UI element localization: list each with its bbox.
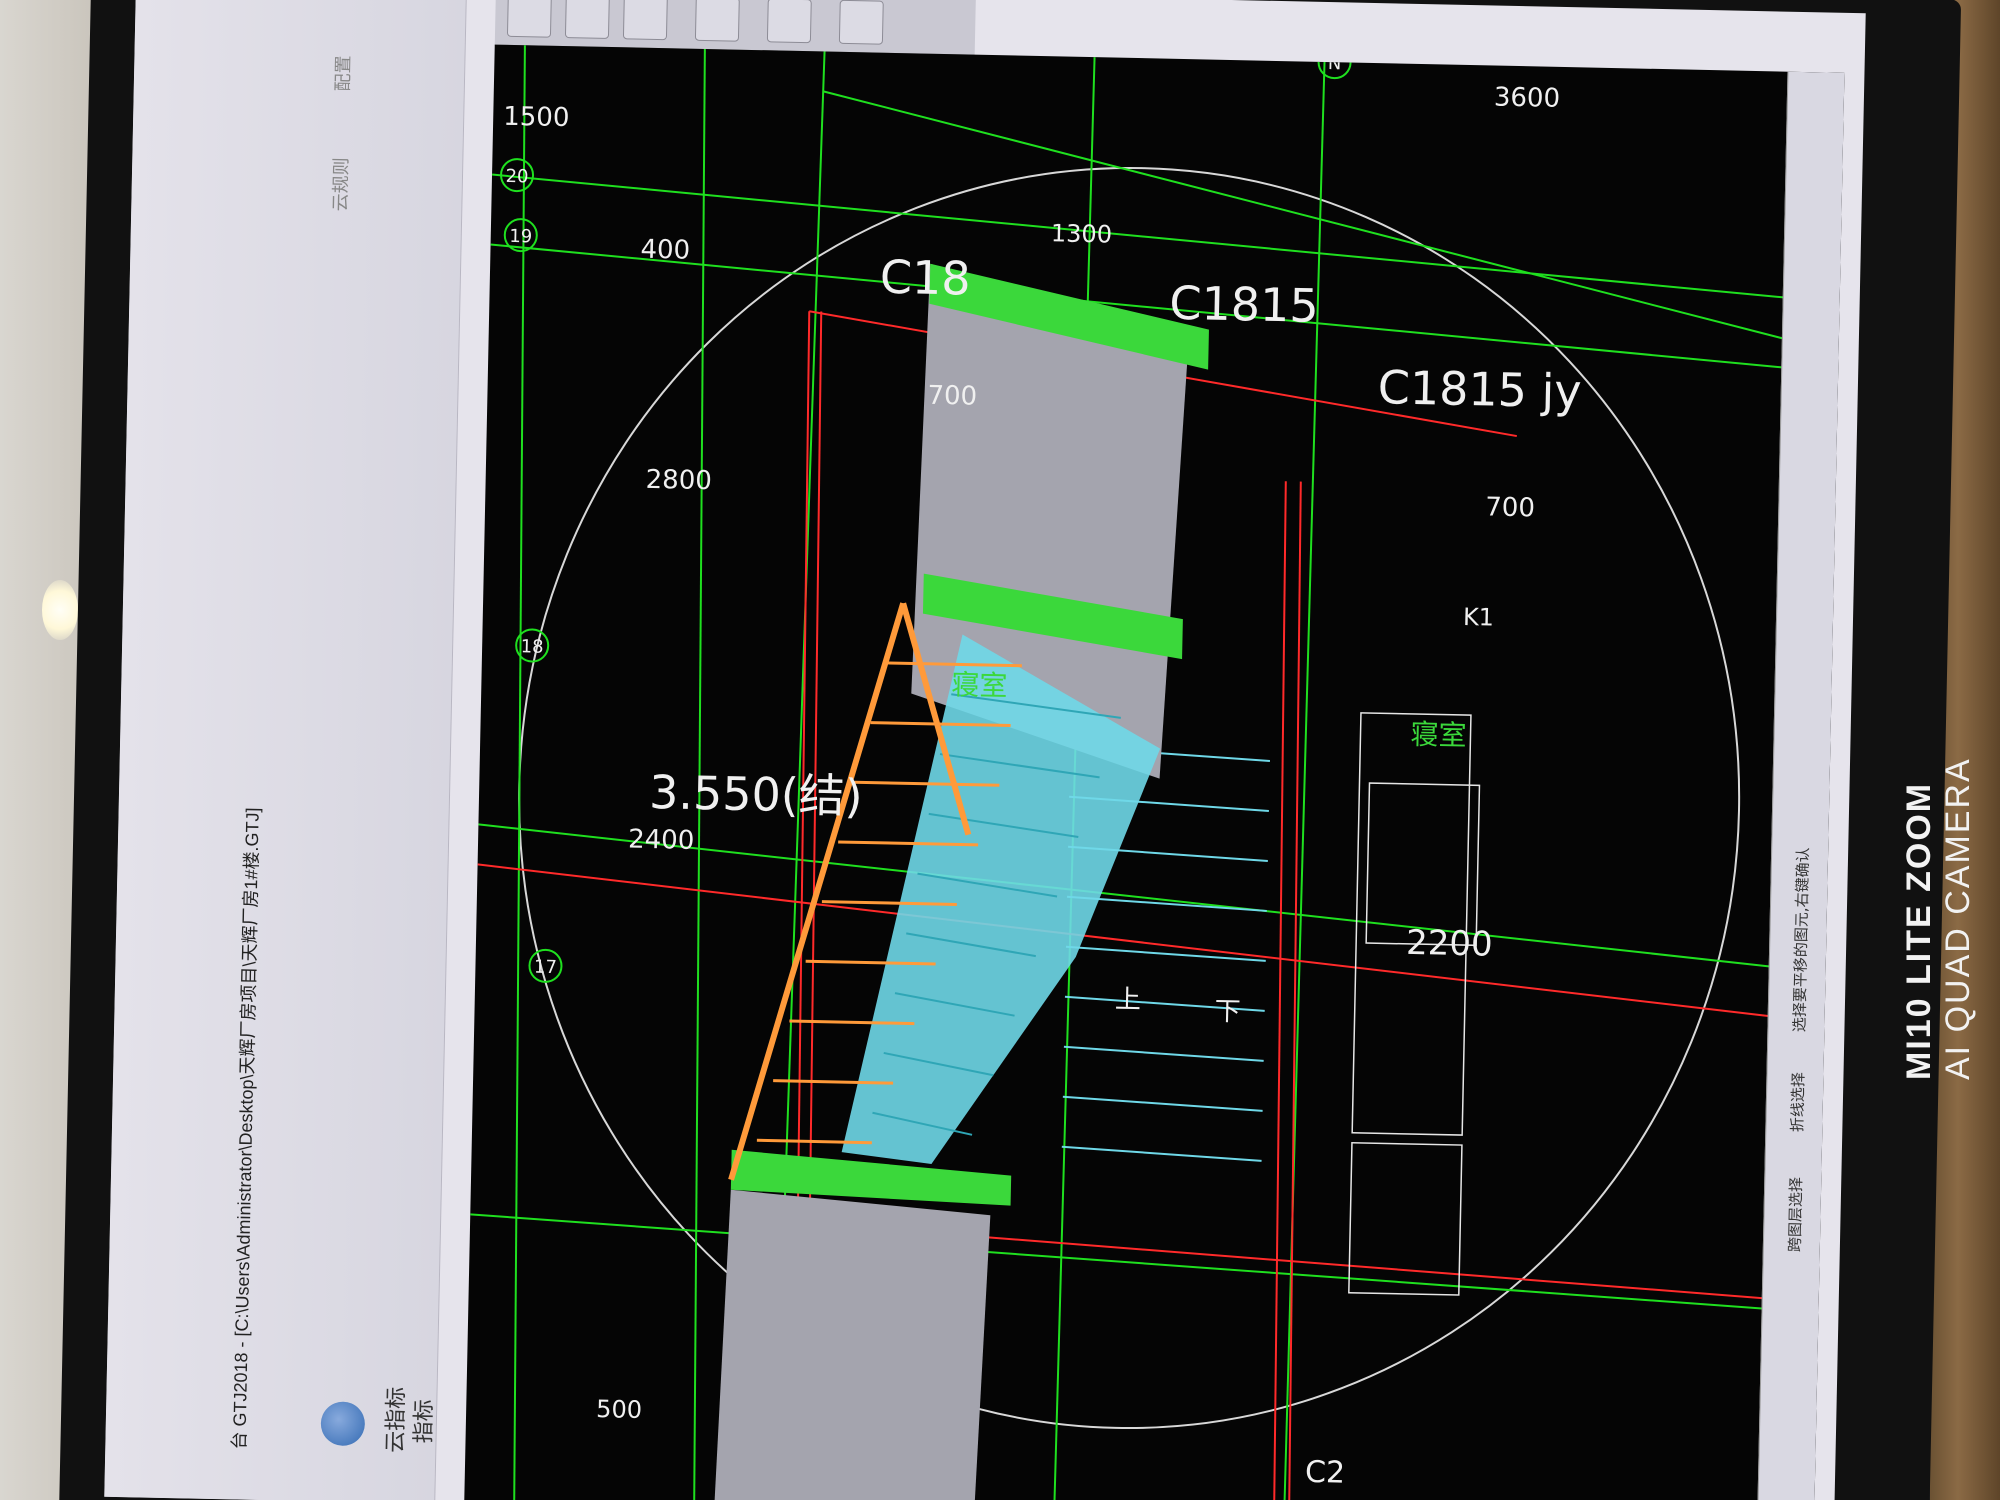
index-label[interactable]: 指标: [405, 1399, 438, 1444]
axis-label-20: 20: [505, 166, 528, 187]
watermark-line-1: MI10 LITE ZOOM: [1900, 781, 1938, 1080]
view-cube-icon[interactable]: [694, 0, 740, 42]
room-label-2: 寝室: [1410, 718, 1467, 752]
dim-400: 400: [640, 235, 690, 266]
photo-scene: 台 GTJ2018 - [C:\Users\Administrator\Desk…: [0, 0, 2000, 1500]
window-tag-c18: C18: [879, 250, 971, 306]
wall-outlines: [1348, 712, 1481, 1296]
window-tag-c1815: C1815: [1169, 276, 1319, 333]
axis-label-n: N: [1328, 53, 1342, 74]
dim-1300: 1300: [1051, 219, 1113, 248]
axis-label-q: Q: [1091, 45, 1106, 50]
status-cross-layer[interactable]: 跨图层选择: [1784, 1177, 1807, 1252]
axis-label-17: 17: [534, 957, 557, 978]
dim-2800: 2800: [645, 465, 712, 496]
panel-top-label[interactable]: 云规则: [326, 157, 353, 212]
dim-2200: 2200: [1406, 923, 1493, 965]
stair-down-label: 下: [1214, 997, 1241, 1028]
window-title: 台 GTJ2018 - [C:\Users\Administrator\Desk…: [229, 807, 263, 1450]
watermark-line-2: AI QUAD CAMERA: [1939, 757, 1977, 1080]
status-hint: 选择要平移的图元,右键确认: [1790, 847, 1813, 1033]
dim-3600: 3600: [1494, 83, 1561, 114]
axis-label-18: 18: [520, 636, 543, 657]
display-settings-icon[interactable]: [838, 0, 884, 45]
wall-block-lower: [714, 1189, 991, 1500]
left-panel: 台 GTJ2018 - [C:\Users\Administrator\Desk…: [104, 0, 468, 1500]
monitor-screen: 台 GTJ2018 - [C:\Users\Administrator\Desk…: [104, 0, 1866, 1500]
dim-500: 500: [596, 1395, 642, 1424]
view-3d-box-icon[interactable]: [622, 0, 668, 41]
window-tag-k1: K1: [1463, 603, 1495, 632]
window-tag-c2: C2: [1305, 1455, 1346, 1491]
cloud-icon[interactable]: [320, 1401, 366, 1447]
window-tag-c1815jy: C1815 jy: [1377, 360, 1582, 418]
panel-top-label-2[interactable]: 配置: [329, 55, 356, 92]
dim-700-a: 700: [1485, 492, 1535, 523]
status-polyline-select[interactable]: 折线选择: [1786, 1072, 1808, 1132]
dim-1500: 1500: [503, 102, 570, 133]
ceiling-light: [42, 580, 78, 640]
camera-watermark: MI10 LITE ZOOM AI QUAD CAMERA: [1900, 757, 1978, 1080]
axis-label-19: 19: [509, 226, 532, 247]
stair-up-label: 上: [1115, 985, 1142, 1016]
dim-2400: 2400: [628, 825, 695, 856]
orbit-icon[interactable]: [506, 0, 552, 38]
cad-viewport[interactable]: R Q N 20 19 18 17 3600 400 2800 2400 220…: [464, 44, 1845, 1500]
elevation-label: 3.550(结): [649, 765, 864, 823]
dim-700-b: 700: [927, 381, 977, 412]
rotate-icon[interactable]: [766, 0, 812, 44]
cad-drawing: R Q N 20 19 18 17 3600 400 2800 2400 220…: [470, 44, 1840, 1500]
view-2d-icon[interactable]: [564, 0, 610, 39]
room-label-1: 寝室: [951, 668, 1008, 702]
